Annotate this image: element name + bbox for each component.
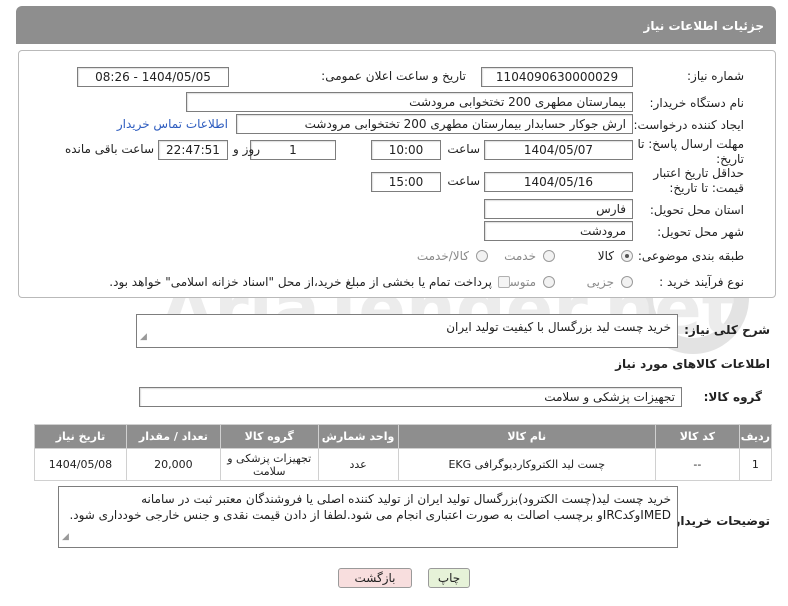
resize-grip-icon[interactable]: ◢ [62,529,69,545]
validity-date-field[interactable]: 1404/05/16 [484,172,633,192]
days-label: روز و [233,142,260,156]
category-radio-goods-service[interactable] [476,250,488,262]
goods-section-title: اطلاعات کالاهای مورد نیاز [615,357,770,371]
cell-need-date: 1404/05/08 [34,448,127,481]
summary-label: شرح کلی نیاز: [684,323,770,337]
page-title: جزئیات اطلاعات نیاز [643,19,764,33]
reply-date-field[interactable]: 1404/05/07 [484,140,633,160]
remaining-time-field[interactable]: 22:47:51 [158,140,228,160]
category-option-service: خدمت [504,249,536,263]
back-button[interactable]: بازگشت [338,568,412,588]
buyer-org-field[interactable]: بیمارستان مطهری 200 تختخوابی مرودشت [186,92,633,112]
goods-group-label: گروه کالا: [703,390,762,404]
process-radio-minor[interactable] [621,276,633,288]
category-label: طبقه بندی موضوعی: [637,249,744,263]
buyer-notes-field[interactable]: خرید چست لید(چست الکترود)بزرگسال تولید ا… [58,486,678,548]
col-quantity: تعداد / مقدار [125,424,221,449]
category-option-goods: کالا [597,249,614,263]
items-table: ردیف کد کالا نام کالا واحد شمارش گروه کا… [34,424,773,481]
requester-field[interactable]: ارش جوکار حسابدار بیمارستان مطهری 200 تخ… [236,114,633,134]
col-code: کد کالا [654,424,740,449]
col-name: نام کالا [397,424,656,449]
resize-grip-icon[interactable]: ◢ [140,329,147,345]
remaining-time-label: ساعت باقی مانده [64,142,154,156]
price-validity-label: حداقل تاریخ اعتبار قیمت: تا تاریخ: [653,166,744,195]
cell-row: 1 [738,448,773,481]
process-label: نوع فرآیند خرید : [659,275,744,289]
province-field[interactable]: فارس [484,199,633,219]
process-option-minor: جزیی [586,275,614,289]
goods-group-field[interactable]: تجهیزات پزشکی و سلامت [139,387,682,407]
province-label: استان محل تحویل: [649,203,744,217]
category-radio-service[interactable] [543,250,555,262]
col-group: گروه کالا [219,424,319,449]
process-radio-medium[interactable] [543,276,555,288]
reply-time-field[interactable]: 10:00 [371,140,441,160]
announce-date-label: تاریخ و ساعت اعلان عمومی: [321,69,466,83]
col-row: ردیف [738,424,773,449]
buyer-org-label: نام دستگاه خریدار: [649,96,745,110]
page-header: جزئیات اطلاعات نیاز [16,6,776,44]
col-need-date: تاریخ نیاز [34,424,127,449]
cell-code: -- [654,448,740,481]
buyer-contact-link[interactable]: اطلاعات تماس خریدار [117,117,228,131]
days-remaining-field[interactable]: 1 [250,140,336,160]
category-option-goods-service: کالا/خدمت [416,249,469,263]
buyer-notes-label: توضیحات خریدار: [668,514,770,528]
treasury-payment-note: پرداخت تمام یا بخشی از مبلغ خرید،از محل … [109,275,492,289]
requester-label: ایجاد کننده درخواست: [633,118,744,132]
reply-time-label: ساعت [447,142,480,156]
summary-text: خرید چست لید بزرگسال با کیفیت تولید ایرا… [446,320,671,334]
print-button[interactable]: چاپ [428,568,470,588]
validity-time-field[interactable]: 15:00 [371,172,441,192]
validity-time-label: ساعت [447,174,480,188]
summary-field[interactable]: خرید چست لید بزرگسال با کیفیت تولید ایرا… [136,314,678,348]
table-row[interactable]: 1 -- چست لید الکتروکاردیوگرافی EKG عدد ت… [34,448,773,481]
need-number-label: شماره نیاز: [687,69,744,83]
col-unit: واحد شمارش [317,424,399,449]
reply-deadline-label: مهلت ارسال پاسخ: تا تاریخ: [637,137,744,166]
treasury-payment-checkbox[interactable] [498,276,510,288]
city-label: شهر محل تحویل: [657,225,744,239]
category-radio-goods[interactable] [621,250,633,262]
need-number-field[interactable]: 1104090630000029 [481,67,633,87]
table-header-row: ردیف کد کالا نام کالا واحد شمارش گروه کا… [34,424,773,449]
cell-name: چست لید الکتروکاردیوگرافی EKG [397,448,656,481]
cell-unit: عدد [317,448,399,481]
cell-quantity: 20,000 [125,448,221,481]
buyer-notes-text: خرید چست لید(چست الکترود)بزرگسال تولید ا… [69,492,671,522]
cell-group: تجهیزات پزشکی و سلامت [219,448,319,481]
announce-date-field[interactable]: 1404/05/05 - 08:26 [77,67,229,87]
city-field[interactable]: مرودشت [484,221,633,241]
